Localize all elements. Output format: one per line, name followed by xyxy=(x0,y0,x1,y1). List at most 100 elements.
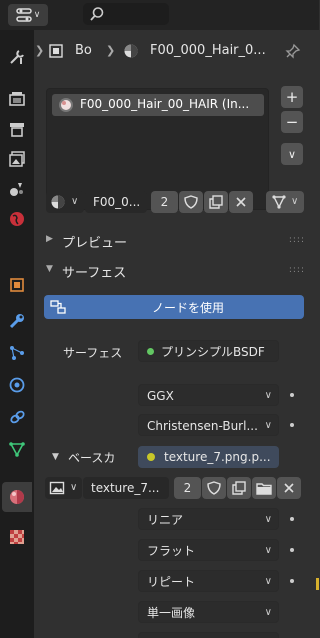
material-name-field[interactable]: F00_0... xyxy=(85,191,147,213)
tab-tool[interactable] xyxy=(2,42,32,72)
list-item-label: F00_000_Hair_00_HAIR (In... xyxy=(80,97,250,111)
tab-material[interactable] xyxy=(2,482,32,512)
slot-specials-button[interactable]: ∨ xyxy=(281,143,303,165)
chevron-down-icon: ∨ xyxy=(70,482,78,493)
chevron-down-icon: ∨ xyxy=(264,420,272,431)
scene-icon xyxy=(10,183,23,196)
link-mode-button[interactable]: ∨ xyxy=(266,191,304,213)
chevron-right-icon: ❯ xyxy=(106,44,116,57)
chevron-down-icon: ∨ xyxy=(71,196,79,207)
tool-icon xyxy=(10,50,24,64)
tab-modifiers[interactable] xyxy=(2,306,32,336)
add-slot-button[interactable]: + xyxy=(281,86,303,108)
close-icon xyxy=(236,197,246,207)
material-properties-panel: ❯ Bo ❯ F00_000_Hair_0... F00_000_Hair_00… xyxy=(34,30,319,638)
image-duplicate-button[interactable] xyxy=(227,477,251,499)
fake-user-button[interactable] xyxy=(179,191,203,213)
subsurface-method-dropdown[interactable]: Christensen-Burl... ∨ xyxy=(138,414,279,436)
tab-physics[interactable] xyxy=(2,370,32,400)
tab-scene[interactable] xyxy=(2,174,32,204)
chevron-down-icon: ∨ xyxy=(264,390,272,401)
editor-type-button[interactable]: ∨ xyxy=(8,4,48,26)
image-fake-user-button[interactable] xyxy=(202,477,226,499)
tab-render[interactable] xyxy=(2,84,32,114)
surface-shader-selector[interactable]: プリンシプルBSDF xyxy=(138,340,279,362)
tab-data[interactable] xyxy=(2,434,32,464)
interpolation-dropdown[interactable]: リニア ∨ xyxy=(138,508,279,530)
next-field-partial[interactable] xyxy=(138,632,279,638)
keyframe-dot-icon[interactable] xyxy=(290,548,294,552)
base-color-input-selector[interactable]: texture_7.png.p... xyxy=(138,446,279,468)
drag-grip-icon[interactable]: :::: xyxy=(289,235,305,245)
socket-dot-icon xyxy=(147,348,154,355)
use-nodes-button[interactable]: ノードを使用 xyxy=(44,295,304,319)
output-icon xyxy=(10,123,24,137)
tab-output[interactable] xyxy=(2,114,32,144)
unlink-material-button[interactable] xyxy=(229,191,253,213)
keyframe-dot-icon[interactable] xyxy=(290,423,294,427)
search-input[interactable] xyxy=(83,3,169,25)
breadcrumb-material[interactable]: F00_000_Hair_0... xyxy=(150,43,266,58)
chevron-down-icon: ∨ xyxy=(33,10,41,20)
pin-icon[interactable] xyxy=(285,43,301,59)
chevron-down-icon: ∨ xyxy=(287,147,297,161)
material-icon xyxy=(124,44,138,58)
distribution-dropdown[interactable]: GGX ∨ xyxy=(138,384,279,406)
tab-particles[interactable] xyxy=(2,338,32,368)
top-bar: ∨ xyxy=(0,0,319,30)
chevron-down-icon: ∨ xyxy=(264,514,272,525)
list-item[interactable]: F00_000_Hair_00_HAIR (In... xyxy=(52,94,264,116)
browse-material-button[interactable]: ∨ xyxy=(46,191,84,213)
keyframe-dot-icon[interactable] xyxy=(290,579,294,583)
base-color-texture-value: texture_7.png.p... xyxy=(164,450,271,464)
keyframe-dot-icon[interactable] xyxy=(290,393,294,397)
open-image-button[interactable] xyxy=(252,477,276,499)
tab-constraints[interactable] xyxy=(2,402,32,432)
drag-grip-icon[interactable]: :::: xyxy=(289,265,305,275)
shield-icon xyxy=(184,195,198,209)
chevron-down-icon: ∨ xyxy=(264,576,272,587)
triangle-right-icon: ▶ xyxy=(46,234,53,244)
user-count-button[interactable]: 2 xyxy=(151,191,178,213)
image-name-field[interactable]: texture_7... xyxy=(83,477,169,499)
world-icon xyxy=(10,212,24,226)
search-icon xyxy=(90,7,104,21)
chevron-down-icon: ∨ xyxy=(291,196,299,207)
section-title: サーフェス xyxy=(62,266,127,281)
image-icon xyxy=(49,481,65,495)
extension-value: リピート xyxy=(147,575,196,589)
surface-shader-value: プリンシプルBSDF xyxy=(161,345,265,359)
surface-label: サーフェス xyxy=(63,346,123,360)
extension-dropdown[interactable]: リピート ∨ xyxy=(138,570,279,592)
tab-world[interactable] xyxy=(2,204,32,234)
triangle-down-icon: ▼ xyxy=(46,264,53,274)
physics-icon xyxy=(9,377,25,393)
shield-icon xyxy=(207,481,221,495)
duplicate-material-button[interactable] xyxy=(204,191,228,213)
duplicate-icon xyxy=(209,195,223,209)
breadcrumb: ❯ Bo ❯ F00_000_Hair_0... xyxy=(34,30,319,74)
tab-texture[interactable] xyxy=(2,522,32,552)
projection-dropdown[interactable]: フラット ∨ xyxy=(138,539,279,561)
remove-slot-button[interactable]: − xyxy=(281,111,303,133)
properties-tab-bar xyxy=(0,30,34,638)
base-color-label: ベースカ xyxy=(68,451,116,465)
triangle-down-icon[interactable]: ▼ xyxy=(52,452,59,462)
tab-view-layer[interactable] xyxy=(2,144,32,174)
particles-icon xyxy=(10,346,24,360)
unlink-image-button[interactable] xyxy=(277,477,301,499)
section-surface[interactable]: ▼ サーフェス :::: xyxy=(34,258,319,284)
image-source-dropdown[interactable]: 単一画像 ∨ xyxy=(138,601,279,623)
tab-object[interactable] xyxy=(2,270,32,300)
section-preview[interactable]: ▶ プレビュー :::: xyxy=(34,228,319,254)
scroll-indicator[interactable] xyxy=(316,578,319,590)
keyframe-dot-icon[interactable] xyxy=(290,517,294,521)
image-user-count-button[interactable]: 2 xyxy=(174,477,201,499)
section-title: プレビュー xyxy=(62,236,128,251)
browse-image-button[interactable]: ∨ xyxy=(45,477,82,499)
breadcrumb-object[interactable]: Bo xyxy=(75,43,92,58)
image-source-value: 単一画像 xyxy=(147,606,196,620)
view-layer-icon xyxy=(9,151,25,167)
plus-icon: + xyxy=(285,88,299,106)
distribution-value: GGX xyxy=(147,389,174,403)
